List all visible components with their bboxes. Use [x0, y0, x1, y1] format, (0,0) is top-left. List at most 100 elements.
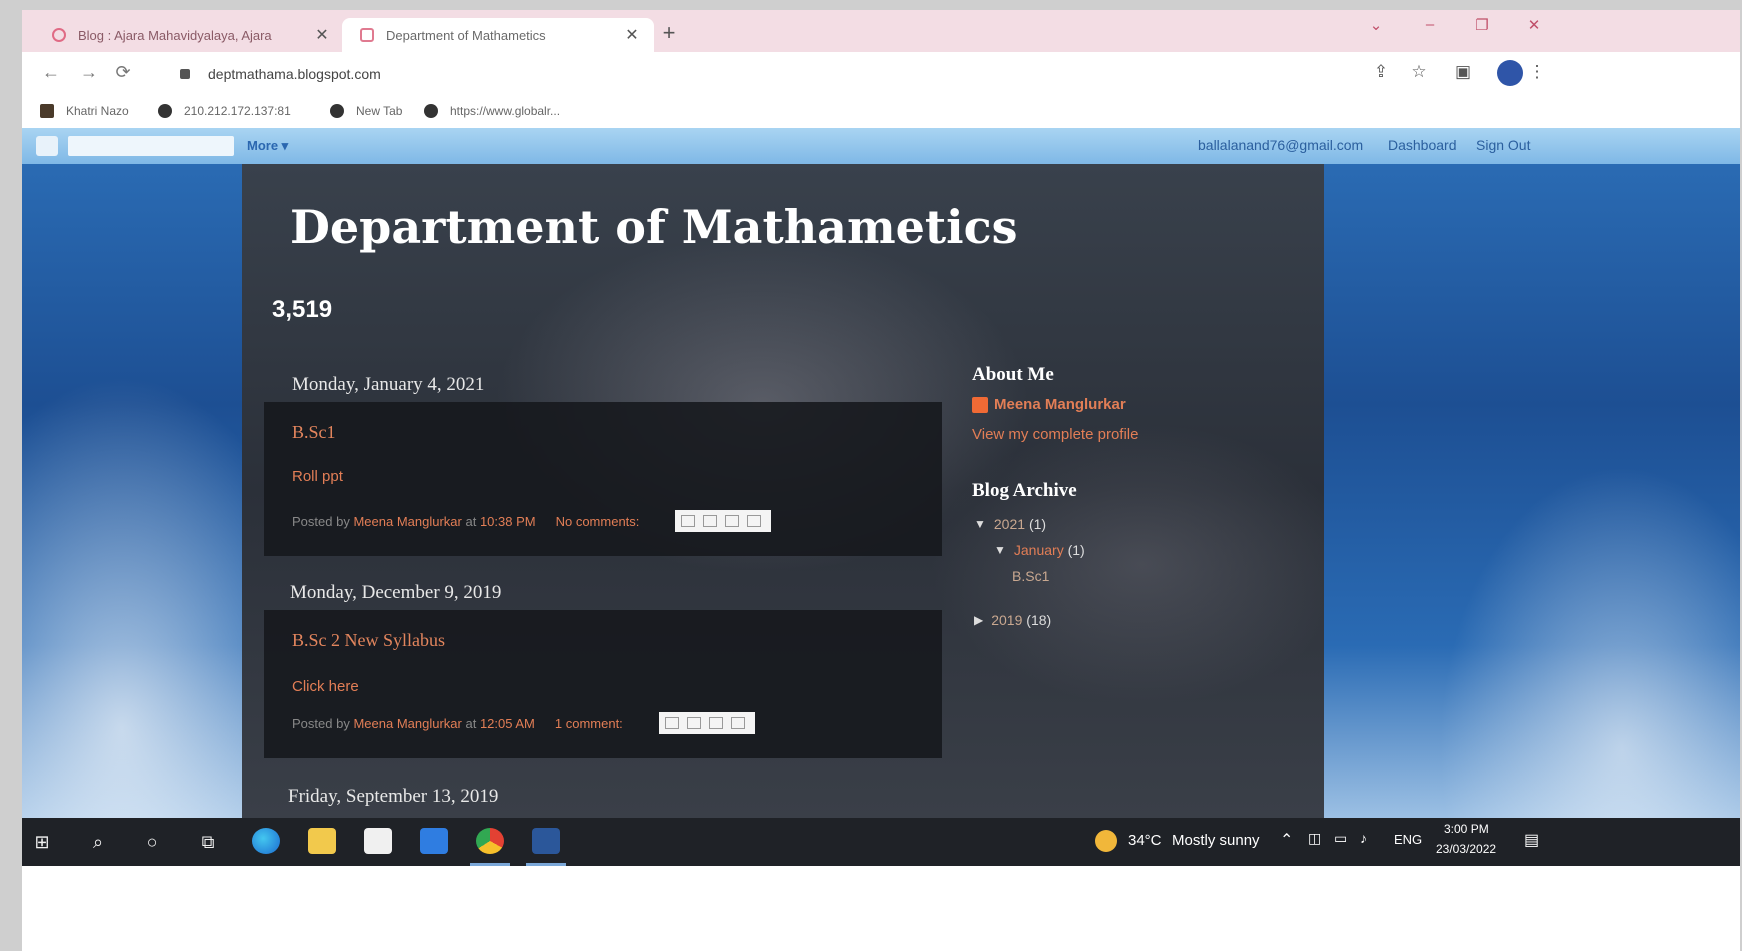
blog-archive-heading: Blog Archive — [972, 480, 1077, 501]
blogger-logo-icon[interactable] — [36, 136, 58, 156]
post-body-link[interactable]: Roll ppt — [292, 468, 343, 485]
archive-year-2019[interactable]: ▶ 2019 (18) — [974, 612, 1051, 628]
volume-icon[interactable]: ♪ — [1360, 830, 1367, 846]
blog-title[interactable]: Department of Mathametics — [290, 200, 1018, 254]
edge-icon[interactable] — [252, 828, 280, 854]
file-explorer-icon[interactable] — [308, 828, 336, 854]
post-body-link[interactable]: Click here — [292, 678, 359, 695]
bookmark-label: https://www.globalr... — [450, 104, 561, 118]
task-view-icon[interactable]: ⧉ — [194, 828, 222, 856]
mail-icon[interactable] — [420, 828, 448, 854]
archive-month-january[interactable]: ▼ January (1) — [994, 542, 1085, 558]
meet-now-icon[interactable]: ◫ — [1308, 830, 1321, 847]
archive-year-2021[interactable]: ▼ 2021 (1) — [974, 516, 1046, 532]
maximize-button[interactable]: ❐ — [1462, 16, 1502, 34]
notifications-icon[interactable]: ▤ — [1524, 830, 1539, 850]
blog-this-icon[interactable] — [703, 515, 718, 527]
archive-count: (1) — [1028, 516, 1047, 532]
expand-right-icon[interactable]: ▶ — [974, 613, 983, 627]
language-indicator[interactable]: ENG — [1394, 832, 1422, 847]
close-window-button[interactable]: ✕ — [1514, 16, 1554, 34]
minimize-button[interactable]: – — [1410, 16, 1450, 33]
share-icon[interactable]: ⇪ — [1366, 62, 1396, 82]
show-hidden-icons-chevron-icon[interactable]: ⌃ — [1280, 830, 1293, 850]
weather-temperature[interactable]: 34°C — [1128, 832, 1162, 849]
tab-department-mathametics[interactable]: Department of Mathametics ✕ — [342, 18, 654, 52]
address-bar[interactable]: deptmathama.blogspot.com — [208, 66, 381, 82]
posted-by-label: Posted by — [292, 715, 350, 731]
blog-search-input[interactable] — [68, 136, 234, 156]
profile-avatar[interactable] — [1497, 60, 1523, 86]
facebook-share-icon[interactable] — [725, 515, 740, 527]
tab-title: Blog : Ajara Mahavidyalaya, Ajara — [78, 27, 272, 43]
windows-taskbar: ⊞ ⌕ ○ ⧉ 34°C Mostly sunny ⌃ ◫ ▭ ♪ ENG 3:… — [22, 818, 1740, 866]
view-profile-link[interactable]: View my complete profile — [972, 426, 1138, 443]
chrome-icon[interactable] — [476, 828, 504, 854]
profile-name: Meena Manglurkar — [994, 396, 1126, 413]
at-label: at — [465, 513, 477, 529]
archive-year-label[interactable]: 2021 — [994, 516, 1025, 532]
bookmark-item[interactable]: https://www.globalr... — [424, 104, 560, 118]
post-title[interactable]: B.Sc1 — [292, 422, 336, 443]
pinterest-share-icon[interactable] — [747, 515, 762, 527]
sign-out-link[interactable]: Sign Out — [1476, 137, 1530, 153]
more-menu[interactable]: More ▾ — [247, 138, 288, 154]
pinterest-share-icon[interactable] — [730, 717, 745, 729]
bookmark-item[interactable]: 210.212.172.137:81 — [158, 104, 291, 118]
bookmark-label: Khatri Nazo — [66, 104, 129, 118]
expand-down-icon[interactable]: ▼ — [974, 517, 986, 531]
bookmark-favicon-icon — [40, 104, 54, 118]
close-tab-icon[interactable]: ✕ — [310, 25, 334, 45]
archive-month-label[interactable]: January — [1014, 542, 1064, 558]
comments-link[interactable]: No comments: — [556, 514, 640, 529]
menu-icon[interactable]: ⋮ — [1522, 62, 1552, 82]
tab-blog-ajara[interactable]: Blog : Ajara Mahavidyalaya, Ajara ✕ — [34, 18, 344, 52]
author-link[interactable]: Meena Manglurkar — [353, 716, 461, 731]
store-icon[interactable] — [364, 828, 392, 854]
post-card: B.Sc 2 New Syllabus Click here Posted by… — [264, 610, 942, 758]
post-title[interactable]: B.Sc 2 New Syllabus — [292, 630, 445, 651]
profile-link[interactable]: Meena Manglurkar — [972, 396, 1126, 413]
tab-favicon-icon — [52, 28, 66, 42]
clock-date[interactable]: 23/03/2022 — [1436, 842, 1496, 856]
post-date: Monday, January 4, 2021 — [292, 374, 485, 395]
network-icon[interactable]: ▭ — [1334, 830, 1347, 847]
posted-by-label: Posted by — [292, 513, 350, 529]
author-link[interactable]: Meena Manglurkar — [353, 514, 461, 529]
bookmark-item[interactable]: New Tab — [330, 104, 402, 118]
email-share-icon[interactable] — [681, 515, 696, 527]
clock-time[interactable]: 3:00 PM — [1444, 822, 1489, 836]
close-tab-icon[interactable]: ✕ — [620, 25, 644, 45]
bookmark-star-icon[interactable]: ☆ — [1404, 62, 1434, 82]
cortana-icon[interactable]: ○ — [138, 828, 166, 856]
post-time-link[interactable]: 10:38 PM — [480, 514, 536, 529]
facebook-share-icon[interactable] — [708, 717, 723, 729]
weather-condition[interactable]: Mostly sunny — [1172, 832, 1260, 849]
post-time-link[interactable]: 12:05 AM — [480, 716, 535, 731]
email-share-icon[interactable] — [664, 717, 679, 729]
tab-search-icon[interactable]: ⌄ — [1356, 16, 1396, 34]
post-footer: Posted by Meena Manglurkar at 10:38 PM N… — [292, 510, 772, 532]
dashboard-link[interactable]: Dashboard — [1388, 137, 1457, 153]
archive-year-label[interactable]: 2019 — [991, 612, 1022, 628]
post-footer: Posted by Meena Manglurkar at 12:05 AM 1… — [292, 712, 755, 734]
new-tab-button[interactable]: + — [654, 20, 684, 46]
weather-sun-icon[interactable] — [1095, 830, 1117, 852]
back-icon[interactable]: ← — [36, 62, 66, 83]
forward-icon[interactable]: → — [74, 62, 104, 83]
browser-toolbar: ← → ⟳ deptmathama.blogspot.com ⇪ ☆ ▣ ⋮ — [22, 52, 1740, 98]
globe-icon — [330, 104, 344, 118]
blog-this-icon[interactable] — [686, 717, 701, 729]
web-page: More ▾ ballalanand76@gmail.com Dashboard… — [22, 128, 1740, 818]
bookmark-item[interactable]: Khatri Nazo — [40, 104, 129, 118]
expand-down-icon[interactable]: ▼ — [994, 543, 1006, 557]
word-icon[interactable] — [532, 828, 560, 854]
side-panel-icon[interactable]: ▣ — [1448, 62, 1478, 82]
archive-post-link[interactable]: B.Sc1 — [1012, 568, 1049, 584]
globe-icon — [158, 104, 172, 118]
reload-icon[interactable]: ⟳ — [108, 62, 138, 83]
windows-start-icon[interactable]: ⊞ — [28, 828, 56, 856]
search-icon[interactable]: ⌕ — [84, 828, 112, 856]
archive-post-label[interactable]: B.Sc1 — [1012, 568, 1049, 584]
comments-link[interactable]: 1 comment: — [555, 716, 623, 731]
